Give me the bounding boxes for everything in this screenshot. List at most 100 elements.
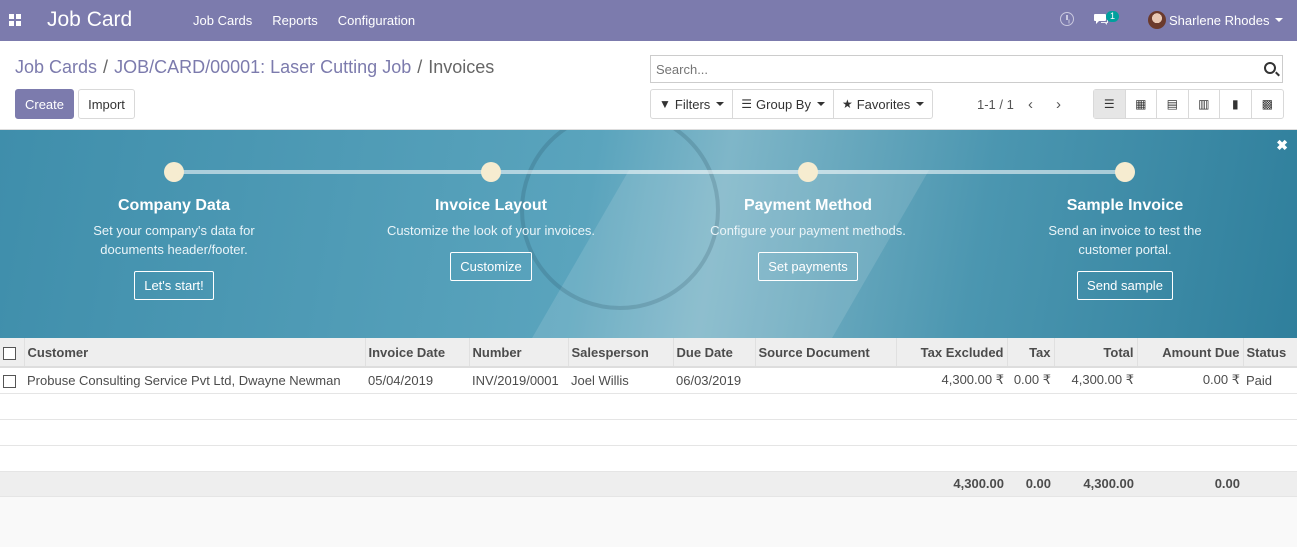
onboarding-step-payment-method: Payment Method Configure your payment me… (658, 162, 958, 281)
lets-start-button[interactable]: Let's start! (134, 271, 214, 300)
breadcrumb-item-job-cards[interactable]: Job Cards (15, 57, 97, 77)
select-all-cell[interactable] (0, 338, 25, 368)
empty-row (0, 419, 1297, 446)
step-description: Set your company's data for documents he… (93, 223, 255, 257)
step-description: Send an invoice to test the customer por… (1048, 223, 1202, 257)
view-switcher: ☰ ▦ ▤ ▥ ▮ ▩ (1093, 89, 1284, 119)
table-row[interactable]: Probuse Consulting Service Pvt Ltd, Dway… (0, 367, 1297, 394)
onboarding-step-sample-invoice: Sample Invoice Send an invoice to test t… (975, 162, 1275, 300)
cell-due-date[interactable]: 06/03/2019 (673, 367, 755, 394)
pager-previous-icon[interactable]: ‹ (1028, 96, 1033, 113)
step-title: Invoice Layout (434, 197, 548, 214)
favorites-button[interactable]: ★ Favorites (834, 90, 932, 118)
cell-source-document[interactable] (755, 367, 896, 394)
column-header-tax-excluded[interactable]: Tax Excluded (896, 338, 1008, 368)
apps-menu-icon[interactable] (9, 14, 21, 26)
menu-item-reports[interactable]: Reports (272, 13, 318, 28)
grid-view-icon[interactable]: ▩ (1252, 90, 1284, 118)
cell-invoice-date[interactable]: 05/04/2019 (365, 367, 469, 394)
chevron-down-icon (716, 102, 725, 106)
create-button[interactable]: Create (15, 89, 74, 119)
onboarding-step-company-data: Company Data Set your company's data for… (24, 162, 324, 300)
step-description: Configure your payment methods. (710, 223, 906, 238)
send-sample-button[interactable]: Send sample (1077, 271, 1173, 300)
menu-item-job-cards[interactable]: Job Cards (193, 13, 252, 28)
top-navbar: Job Card Job Cards Reports Configuration… (0, 0, 1297, 41)
breadcrumb-separator: / (103, 57, 109, 77)
column-header-customer[interactable]: Customer (24, 338, 366, 368)
total-total: 4,300.00 (1054, 471, 1137, 497)
search-icon[interactable] (1264, 62, 1276, 74)
column-header-number[interactable]: Number (469, 338, 569, 368)
cell-tax[interactable]: 0.00 ₹ (1007, 367, 1054, 394)
search-bar (650, 55, 1283, 83)
filter-icon: ▼ (659, 97, 671, 111)
user-avatar[interactable] (1148, 11, 1166, 29)
pager-value[interactable]: 1-1 / 1 (977, 97, 1014, 112)
breadcrumb-separator: / (417, 57, 423, 77)
step-dot (1115, 162, 1135, 182)
select-all-checkbox[interactable] (3, 346, 16, 360)
column-header-due-date[interactable]: Due Date (673, 338, 756, 368)
row-select-cell[interactable] (0, 367, 24, 394)
totals-row: 4,300.00 0.00 4,300.00 0.00 (0, 471, 1297, 497)
kanban-view-icon[interactable]: ▦ (1126, 90, 1157, 118)
invoice-onboarding-banner: ✖ Company Data Set your company's data f… (0, 130, 1297, 338)
invoice-table: Customer Invoice Date Number Salesperson… (0, 338, 1297, 497)
step-description: Customize the look of your invoices. (386, 223, 596, 238)
set-payments-button[interactable]: Set payments (758, 252, 858, 281)
group-by-button[interactable]: ☰ Group By (733, 90, 834, 118)
row-checkbox[interactable] (3, 374, 16, 388)
pivot-view-icon[interactable]: ▥ (1189, 90, 1220, 118)
breadcrumb-item-job-card[interactable]: JOB/CARD/00001: Laser Cutting Job (114, 57, 411, 77)
search-options: ▼ Filters ☰ Group By ★ Favorites (650, 89, 934, 119)
total-tax-excluded: 4,300.00 (896, 471, 1007, 497)
onboarding-step-invoice-layout: Invoice Layout Customize the look of you… (341, 162, 641, 281)
list-view-icon[interactable]: ☰ (1094, 90, 1126, 118)
star-icon: ★ (841, 97, 853, 111)
user-menu-caret-icon[interactable] (1275, 18, 1283, 22)
column-header-amount-due[interactable]: Amount Due (1137, 338, 1244, 368)
menu-item-configuration[interactable]: Configuration (338, 13, 415, 28)
list-icon: ☰ (741, 97, 753, 111)
column-header-source-document[interactable]: Source Document (755, 338, 897, 368)
favorites-label: Favorites (856, 96, 911, 112)
step-dot (481, 162, 501, 182)
import-button[interactable]: Import (78, 89, 135, 119)
pager-next-icon[interactable]: › (1056, 96, 1061, 113)
cell-amount-due[interactable]: 0.00 ₹ (1137, 367, 1243, 394)
group-by-label: Group By (756, 96, 811, 112)
user-name[interactable]: Sharlene Rhodes (1169, 13, 1269, 28)
step-title: Company Data (117, 197, 231, 214)
cell-total[interactable]: 4,300.00 ₹ (1054, 367, 1137, 394)
step-title: Payment Method (743, 197, 872, 214)
cell-tax-excluded[interactable]: 4,300.00 ₹ (896, 367, 1007, 394)
customize-button[interactable]: Customize (450, 252, 532, 281)
control-panel: Job Cards / JOB/CARD/00001: Laser Cutting … (0, 41, 1297, 130)
graph-view-icon[interactable]: ▮ (1220, 90, 1252, 118)
filters-label: Filters (674, 96, 711, 112)
activity-clock-icon[interactable] (1060, 12, 1074, 26)
chevron-down-icon (916, 102, 925, 106)
cell-salesperson[interactable]: Joel Willis (568, 367, 673, 394)
step-dot (798, 162, 818, 182)
cell-status[interactable]: Paid (1243, 367, 1297, 394)
app-title: Job Card (47, 8, 133, 31)
column-header-total[interactable]: Total (1054, 338, 1138, 368)
cell-number[interactable]: INV/2019/0001 (469, 367, 568, 394)
filters-button[interactable]: ▼ Filters (651, 90, 734, 118)
message-count-badge: 1 (1106, 11, 1120, 22)
search-input[interactable] (651, 56, 1251, 82)
column-header-salesperson[interactable]: Salesperson (568, 338, 674, 368)
column-header-invoice-date[interactable]: Invoice Date (365, 338, 470, 368)
calendar-view-icon[interactable]: ▤ (1157, 90, 1189, 118)
breadcrumb: Job Cards / JOB/CARD/00001: Laser Cutting … (15, 57, 494, 78)
column-header-status[interactable]: Status (1243, 338, 1297, 368)
close-icon[interactable]: ✖ (1276, 137, 1288, 154)
invoice-list: Customer Invoice Date Number Salesperson… (0, 338, 1297, 497)
total-amount-due: 0.00 (1137, 471, 1243, 497)
table-header-row: Customer Invoice Date Number Salesperson… (0, 338, 1297, 368)
cell-customer[interactable]: Probuse Consulting Service Pvt Ltd, Dway… (24, 367, 365, 394)
step-title: Sample Invoice (1066, 197, 1184, 214)
column-header-tax[interactable]: Tax (1007, 338, 1055, 368)
